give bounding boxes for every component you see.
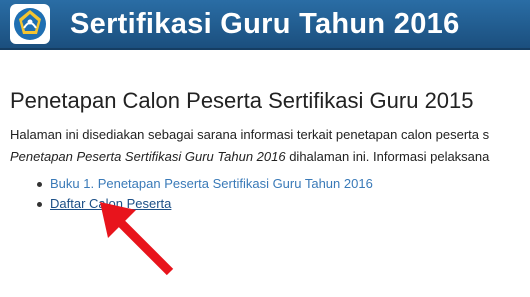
document-link-list: Buku 1. Penetapan Peserta Sertifikasi Gu… (37, 174, 373, 214)
list-item: Daftar Calon Peserta (37, 194, 373, 214)
list-item: Buku 1. Penetapan Peserta Sertifikasi Gu… (37, 174, 373, 194)
red-arrow-icon (100, 202, 174, 276)
intro-italic-title: Penetapan Peserta Sertifikasi Guru Tahun… (10, 149, 286, 164)
intro-line-2-rest: dihalaman ini. Informasi pelaksana (285, 149, 490, 164)
site-title: Sertifikasi Guru Tahun 2016 (70, 8, 460, 40)
buku-1-link[interactable]: Buku 1. Penetapan Peserta Sertifikasi Gu… (50, 176, 373, 191)
intro-line-1: Halaman ini disediakan sebagai sarana in… (10, 127, 490, 142)
intro-line-2: Penetapan Peserta Sertifikasi Guru Tahun… (10, 146, 530, 168)
tut-wuri-handayani-logo-icon[interactable] (10, 4, 50, 44)
intro-paragraph: Halaman ini disediakan sebagai sarana in… (10, 124, 530, 168)
site-header: Sertifikasi Guru Tahun 2016 (0, 0, 530, 50)
page-title: Penetapan Calon Peserta Sertifikasi Guru… (10, 88, 474, 113)
